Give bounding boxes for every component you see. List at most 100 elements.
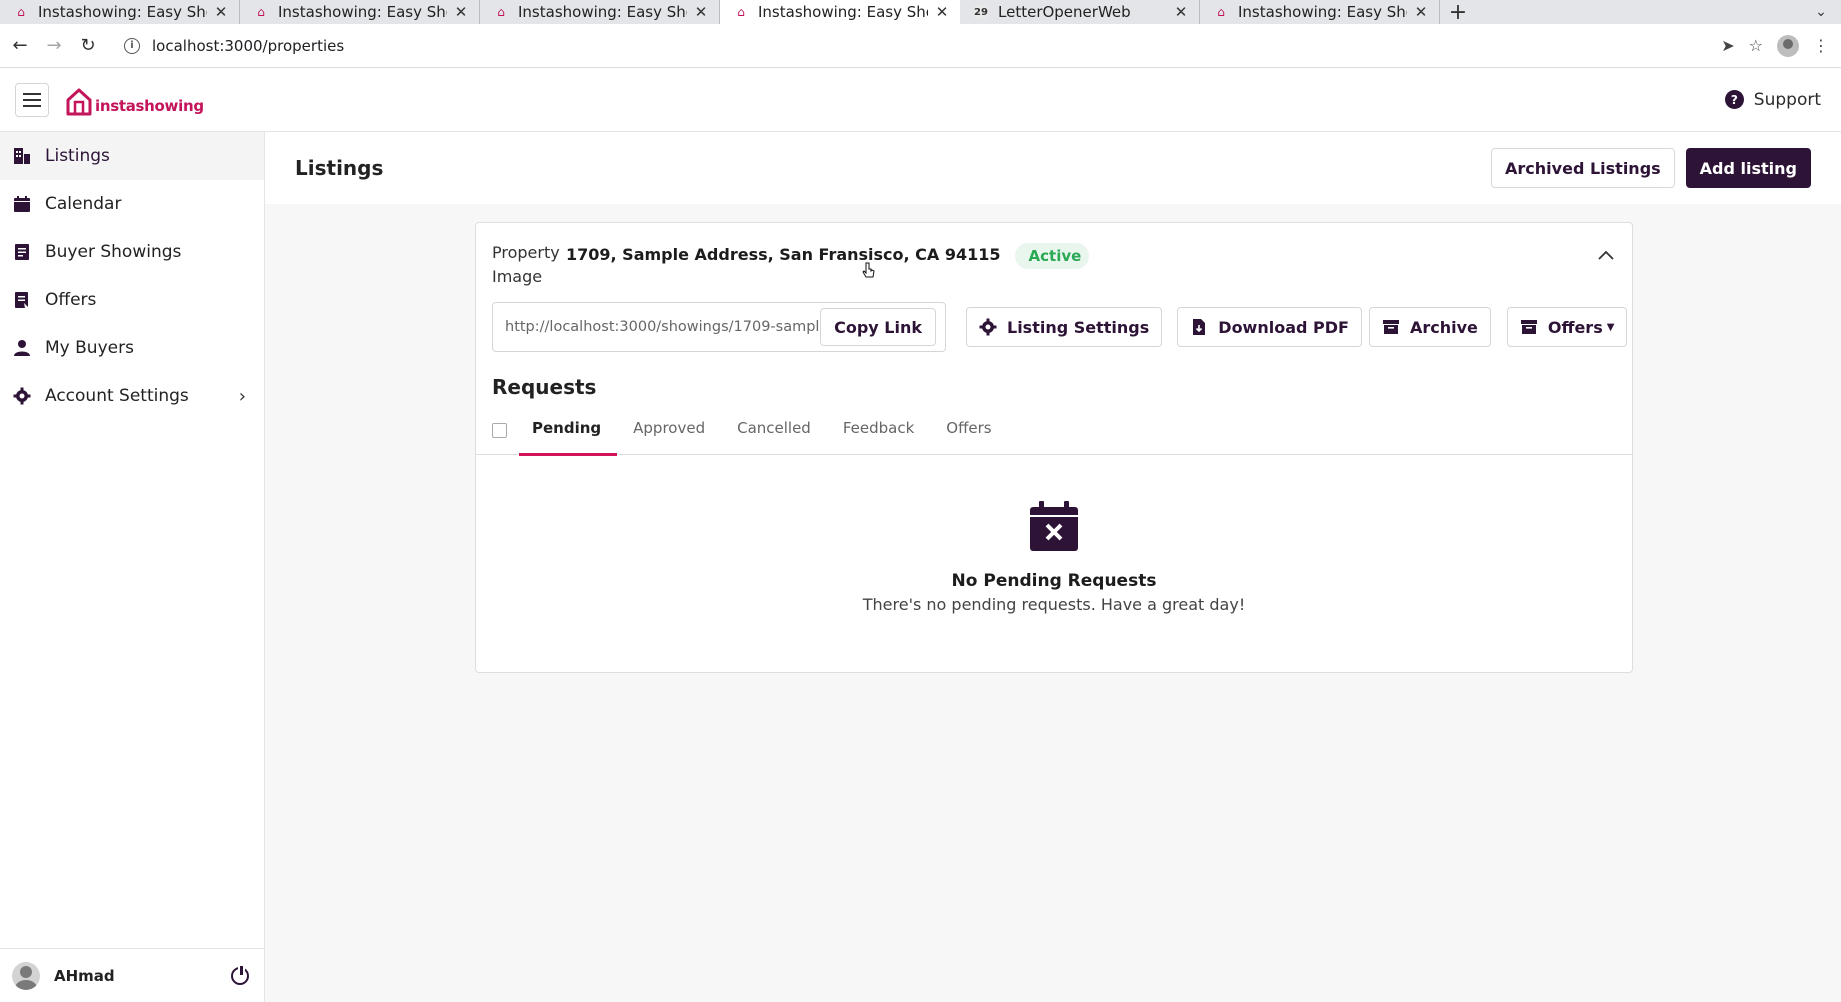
listing-card-header[interactable]: Property Image 1709, Sample Address, San… bbox=[476, 223, 1632, 303]
tab-search-chevron-icon[interactable]: ⌄ bbox=[1801, 0, 1841, 24]
listing-card: Property Image 1709, Sample Address, San… bbox=[475, 222, 1633, 673]
close-icon[interactable]: ✕ bbox=[693, 3, 709, 21]
share-link-input[interactable]: http://localhost:3000/showings/1709-samp… bbox=[505, 319, 820, 335]
home-favicon-icon: ⌂ bbox=[737, 5, 745, 19]
listing-settings-label: Listing Settings bbox=[1007, 317, 1150, 337]
close-icon[interactable]: ✕ bbox=[453, 3, 469, 21]
url-field[interactable]: localhost:3000/properties bbox=[152, 37, 344, 55]
chevron-up-icon[interactable] bbox=[1596, 245, 1616, 265]
house-logo-icon bbox=[66, 88, 92, 115]
close-icon[interactable]: ✕ bbox=[934, 3, 950, 21]
gear-icon bbox=[979, 318, 997, 336]
app-header: instashowing ? Support bbox=[0, 68, 1841, 132]
tab-title: Instashowing: Easy Show bbox=[518, 3, 687, 21]
support-link[interactable]: ? Support bbox=[1724, 89, 1821, 110]
tab-approved[interactable]: Approved bbox=[617, 417, 721, 455]
sidebar-item-label: My Buyers bbox=[45, 338, 134, 358]
send-icon[interactable]: ➤ bbox=[1721, 36, 1734, 55]
star-icon[interactable]: ☆ bbox=[1749, 36, 1763, 55]
status-badge: Active bbox=[1014, 243, 1090, 269]
home-favicon-icon: ⌂ bbox=[17, 5, 25, 19]
page-header: Listings Archived Listings Add listing bbox=[265, 132, 1841, 204]
sidebar-item-offers[interactable]: Offers bbox=[0, 276, 264, 324]
empty-text: There's no pending requests. Have a grea… bbox=[862, 595, 1246, 614]
reload-icon[interactable]: ↻ bbox=[74, 32, 102, 60]
profile-icon[interactable] bbox=[1777, 34, 1799, 57]
archive-icon bbox=[1520, 318, 1538, 336]
help-icon: ? bbox=[1724, 90, 1744, 109]
hamburger-menu-icon[interactable] bbox=[15, 82, 49, 117]
select-all-checkbox[interactable] bbox=[492, 423, 507, 438]
tab-title: Instashowing: Easy Show bbox=[1238, 3, 1407, 21]
archive-label: Archive bbox=[1409, 317, 1478, 337]
tab-cancelled[interactable]: Cancelled bbox=[721, 417, 827, 455]
avatar[interactable] bbox=[12, 961, 40, 990]
requests-title: Requests bbox=[492, 375, 597, 399]
browser-tab[interactable]: ⌂ Instashowing: Easy Show ✕ bbox=[1200, 0, 1440, 24]
home-favicon-icon: ⌂ bbox=[497, 5, 505, 19]
calendar-x-icon bbox=[1030, 501, 1078, 551]
browser-tab[interactable]: ⌂ Instashowing: Easy Show ✕ bbox=[240, 0, 480, 24]
copy-link-button[interactable]: Copy Link bbox=[820, 308, 936, 346]
logo[interactable]: instashowing bbox=[65, 83, 204, 117]
power-icon[interactable] bbox=[231, 965, 249, 985]
close-icon[interactable]: ✕ bbox=[1173, 3, 1189, 21]
download-pdf-button[interactable]: Download PDF bbox=[1177, 307, 1362, 347]
browser-tab-bar: ⌂ Instashowing: Easy Show ✕ ⌂ Instashowi… bbox=[0, 0, 1841, 25]
home-favicon-icon: ⌂ bbox=[1217, 5, 1225, 19]
tab-title: Instashowing: Easy Show bbox=[38, 3, 207, 21]
sidebar-item-label: Offers bbox=[45, 290, 97, 310]
offers-dropdown-button[interactable]: Offers ▼ bbox=[1506, 307, 1628, 347]
menu-dots-icon[interactable]: ⋮ bbox=[1813, 36, 1829, 55]
sidebar-item-label: Buyer Showings bbox=[45, 242, 182, 262]
archived-listings-button[interactable]: Archived Listings bbox=[1491, 148, 1675, 188]
archive-icon bbox=[1382, 318, 1400, 336]
sidebar: Listings Calendar Buyer Showings Offers … bbox=[0, 132, 265, 1002]
logo-text: instashowing bbox=[95, 96, 204, 115]
close-icon[interactable]: ✕ bbox=[213, 3, 229, 21]
sidebar-item-account-settings[interactable]: Account Settings › bbox=[0, 372, 264, 420]
property-image: Property Image bbox=[492, 241, 560, 289]
browser-tab[interactable]: 29 LetterOpenerWeb ✕ bbox=[960, 0, 1200, 24]
home-favicon-icon: ⌂ bbox=[257, 5, 265, 19]
close-icon[interactable]: ✕ bbox=[1413, 3, 1429, 21]
browser-tab-active[interactable]: ⌂ Instashowing: Easy Show ✕ bbox=[720, 0, 960, 24]
browser-tab[interactable]: ⌂ Instashowing: Easy Show ✕ bbox=[0, 0, 240, 24]
sidebar-item-buyer-showings[interactable]: Buyer Showings bbox=[0, 228, 264, 276]
requests-tabs: Pending Approved Cancelled Feedback Offe… bbox=[476, 417, 1632, 456]
listing-settings-button[interactable]: Listing Settings bbox=[966, 307, 1163, 347]
archive-button[interactable]: Archive bbox=[1368, 307, 1491, 347]
user-name: AHmad bbox=[54, 966, 115, 985]
empty-state: No Pending Requests There's no pending r… bbox=[476, 455, 1632, 614]
address-bar: ← → ↻ i localhost:3000/properties ➤ ☆ ⋮ bbox=[0, 24, 1841, 68]
browser-tab[interactable]: ⌂ Instashowing: Easy Show ✕ bbox=[480, 0, 720, 24]
listing-address: 1709, Sample Address, San Fransisco, CA … bbox=[566, 245, 1001, 264]
user-icon bbox=[13, 339, 31, 357]
forward-icon[interactable]: → bbox=[40, 32, 68, 60]
add-listing-button[interactable]: Add listing bbox=[1685, 148, 1811, 188]
sidebar-item-label: Listings bbox=[45, 146, 110, 166]
listing-actions: http://localhost:3000/showings/1709-samp… bbox=[476, 301, 1632, 353]
sidebar-item-my-buyers[interactable]: My Buyers bbox=[0, 324, 264, 372]
new-tab-icon[interactable]: + bbox=[1440, 0, 1476, 25]
tab-feedback[interactable]: Feedback bbox=[827, 417, 930, 455]
showings-icon bbox=[13, 243, 31, 261]
tab-title: Instashowing: Easy Show bbox=[758, 3, 928, 21]
support-label: Support bbox=[1753, 89, 1821, 110]
share-link-field: http://localhost:3000/showings/1709-samp… bbox=[492, 302, 946, 352]
chevron-right-icon: › bbox=[238, 385, 246, 407]
page-title: Listings bbox=[295, 156, 384, 180]
sidebar-item-calendar[interactable]: Calendar bbox=[0, 180, 264, 228]
site-info-icon[interactable]: i bbox=[124, 37, 140, 54]
download-pdf-label: Download PDF bbox=[1218, 317, 1349, 337]
sidebar-item-label: Calendar bbox=[45, 194, 122, 214]
back-icon[interactable]: ← bbox=[6, 32, 34, 60]
letter-favicon-icon: 29 bbox=[974, 5, 988, 19]
tab-offers[interactable]: Offers bbox=[930, 417, 1007, 455]
mouse-cursor-icon bbox=[862, 262, 875, 278]
empty-title: No Pending Requests bbox=[951, 571, 1157, 591]
gear-icon bbox=[13, 387, 31, 405]
listings-icon bbox=[13, 147, 31, 165]
tab-pending[interactable]: Pending bbox=[519, 417, 618, 456]
sidebar-item-listings[interactable]: Listings bbox=[0, 132, 264, 180]
